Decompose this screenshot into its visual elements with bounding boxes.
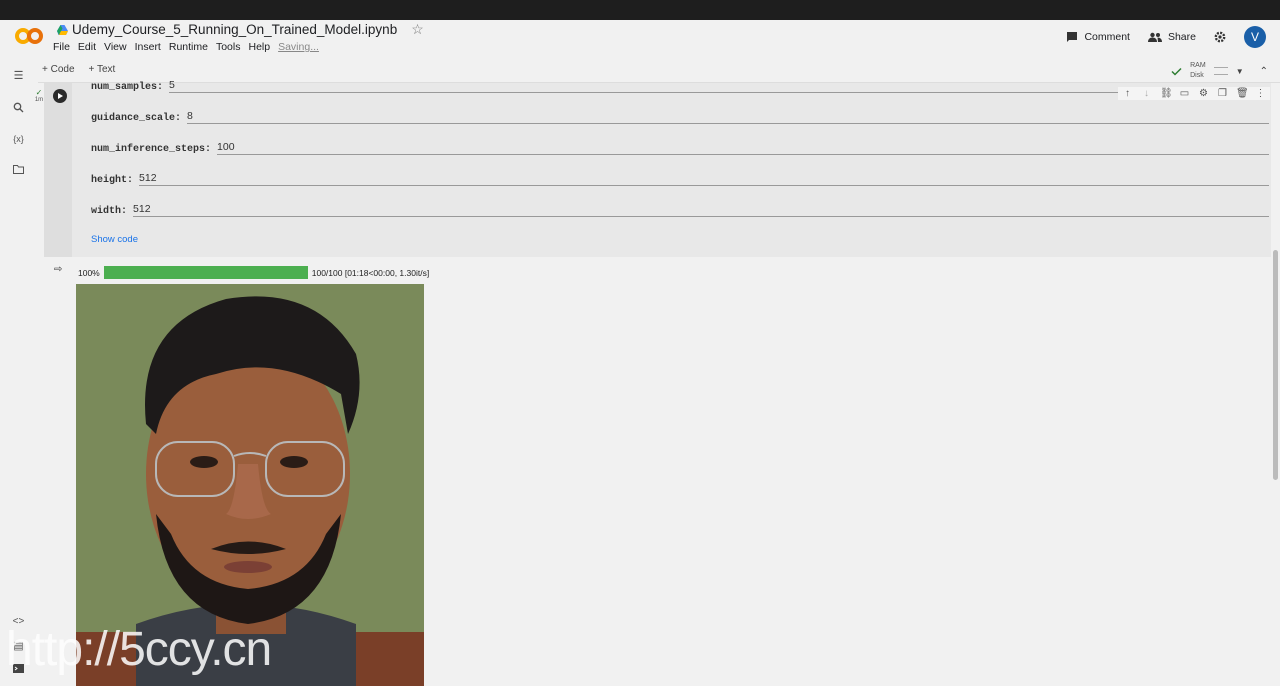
- progress-text: 100/100 [01:18<00:00, 1.30it/s]: [311, 267, 430, 278]
- move-up-icon[interactable]: ↑: [1122, 88, 1133, 99]
- mirror-cell-icon[interactable]: ❐: [1217, 88, 1228, 99]
- comment-button[interactable]: Comment: [1066, 31, 1130, 43]
- comment-icon[interactable]: ▭: [1179, 88, 1190, 99]
- param-input[interactable]: 100: [217, 141, 1269, 155]
- comment-label: Comment: [1084, 31, 1130, 43]
- param-input[interactable]: 512: [133, 203, 1269, 217]
- progress-percent: 100%: [78, 267, 100, 278]
- share-label: Share: [1167, 31, 1196, 43]
- gear-icon[interactable]: [1214, 31, 1226, 43]
- execution-status: ✓ 1m: [34, 88, 44, 103]
- browser-top-bar: [0, 0, 1280, 20]
- param-input[interactable]: 8: [187, 110, 1269, 124]
- colab-logo[interactable]: [14, 26, 44, 46]
- delete-icon[interactable]: 🗑: [1236, 88, 1249, 99]
- check-icon: [1171, 67, 1182, 76]
- left-sidebar: ☰ {x} <> ▤: [0, 60, 38, 686]
- param-input[interactable]: 512: [139, 172, 1269, 186]
- show-code-link[interactable]: Show code: [91, 234, 138, 245]
- menu-insert[interactable]: Insert: [135, 41, 161, 53]
- avatar[interactable]: V: [1244, 26, 1266, 48]
- scrollbar[interactable]: [1273, 250, 1278, 480]
- watermark-text: http://5ccy.cn: [6, 623, 272, 676]
- menu-bar: File Edit View Insert Runtime Tools Help…: [53, 41, 327, 53]
- notebook-title[interactable]: Udemy_Course_5_Running_On_Trained_Model.…: [72, 22, 397, 37]
- param-input[interactable]: 5: [169, 79, 1269, 93]
- menu-help[interactable]: Help: [248, 41, 270, 53]
- cell-toolbar: ↑ ↓ ⛓ ▭ ⚙ ❐ 🗑 ⋮: [1118, 87, 1270, 100]
- collapse-up-icon[interactable]: ⌃: [1260, 66, 1268, 77]
- saving-status[interactable]: Saving...: [278, 41, 319, 53]
- output-icon[interactable]: ⇨: [54, 264, 66, 276]
- variables-icon[interactable]: {x}: [12, 133, 25, 146]
- progress-bar: [103, 266, 308, 279]
- comment-icon: [1067, 32, 1078, 42]
- exec-time: 1m: [34, 97, 44, 103]
- resource-sparkline: [1213, 67, 1228, 75]
- add-text-button[interactable]: + Text: [89, 64, 116, 75]
- param-label: height:: [91, 175, 134, 186]
- form-param-width: width: 512: [91, 203, 1269, 217]
- settings-icon[interactable]: ⚙: [1198, 88, 1209, 99]
- disk-label: Disk: [1190, 72, 1204, 79]
- form-param-guidance-scale: guidance_scale: 8: [91, 110, 1269, 124]
- form-param-num-inference-steps: num_inference_steps: 100: [91, 141, 1269, 155]
- param-label: num_samples:: [91, 82, 164, 93]
- people-icon: [1147, 32, 1162, 42]
- link-icon[interactable]: ⛓: [1160, 88, 1173, 99]
- move-down-icon[interactable]: ↓: [1141, 88, 1152, 99]
- ram-label: RAM: [1190, 62, 1206, 69]
- param-label: guidance_scale:: [91, 113, 182, 124]
- more-icon[interactable]: ⋮: [1255, 88, 1266, 99]
- menu-tools[interactable]: Tools: [216, 41, 241, 53]
- colab-header: Udemy_Course_5_Running_On_Trained_Model.…: [0, 20, 1280, 60]
- menu-file[interactable]: File: [53, 41, 70, 53]
- cell-gutter: [44, 83, 72, 257]
- toc-icon[interactable]: ☰: [12, 70, 25, 83]
- menu-runtime[interactable]: Runtime: [169, 41, 208, 53]
- param-label: width:: [91, 206, 128, 217]
- share-button[interactable]: Share: [1147, 31, 1196, 43]
- code-cell[interactable]: ✓ 1m num_samples: 5 guidance_scale: 8 nu…: [35, 79, 1271, 257]
- progress-fill: [103, 266, 308, 279]
- run-cell-button[interactable]: [53, 89, 67, 103]
- param-label: num_inference_steps:: [91, 144, 212, 155]
- form-param-num-samples: num_samples: 5: [91, 79, 1269, 93]
- menu-view[interactable]: View: [104, 41, 127, 53]
- progress-output: 100% 100/100 [01:18<00:00, 1.30it/s]: [78, 266, 429, 279]
- search-icon[interactable]: [12, 102, 25, 115]
- chevron-down-icon[interactable]: ▼: [1236, 67, 1244, 76]
- form-param-height: height: 512: [91, 172, 1269, 186]
- menu-edit[interactable]: Edit: [78, 41, 96, 53]
- resource-monitor[interactable]: RAM Disk: [1190, 61, 1206, 81]
- folder-icon[interactable]: [12, 165, 25, 178]
- drive-icon: [57, 24, 68, 35]
- star-icon[interactable]: ☆: [411, 21, 424, 38]
- add-code-button[interactable]: + Code: [42, 64, 75, 75]
